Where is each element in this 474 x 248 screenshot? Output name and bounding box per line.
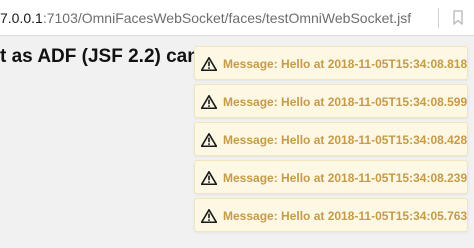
warning-icon: [201, 171, 217, 185]
page-heading: t as ADF (JSF 2.2) canno: [0, 46, 223, 67]
growl-message-text: Message: Hello at 2018-11-05T15:34:08.23…: [223, 171, 468, 185]
growl-message-text: Message: Hello at 2018-11-05T15:34:08.59…: [223, 95, 468, 109]
growl-notification-stack: Message: Hello at 2018-11-05T15:34:08.81…: [194, 46, 468, 236]
growl-message[interactable]: Message: Hello at 2018-11-05T15:34:08.59…: [194, 84, 468, 118]
growl-message[interactable]: Message: Hello at 2018-11-05T15:34:08.42…: [194, 122, 468, 156]
url-path: :7103/OmniFacesWebSocket/faces/testOmniW…: [42, 10, 412, 26]
growl-message-text: Message: Hello at 2018-11-05T15:34:05.76…: [223, 209, 468, 223]
growl-message-text: Message: Hello at 2018-11-05T15:34:08.81…: [223, 57, 468, 71]
url-host: 7.0.0.1: [0, 10, 43, 26]
growl-message[interactable]: Message: Hello at 2018-11-05T15:34:05.76…: [194, 198, 468, 232]
warning-icon: [201, 57, 217, 71]
growl-message-text: Message: Hello at 2018-11-05T15:34:08.42…: [223, 133, 468, 147]
url-field[interactable]: 7.0.0.1:7103/OmniFacesWebSocket/faces/te…: [0, 10, 411, 26]
growl-message[interactable]: Message: Hello at 2018-11-05T15:34:08.81…: [194, 46, 468, 80]
growl-message[interactable]: Message: Hello at 2018-11-05T15:34:08.23…: [194, 160, 468, 194]
warning-icon: [201, 133, 217, 147]
browser-address-bar: 7.0.0.1:7103/OmniFacesWebSocket/faces/te…: [0, 0, 474, 36]
warning-icon: [201, 95, 217, 109]
bookmark-icon[interactable]: [448, 7, 468, 27]
warning-icon: [201, 209, 217, 223]
url-divider: [438, 8, 439, 28]
